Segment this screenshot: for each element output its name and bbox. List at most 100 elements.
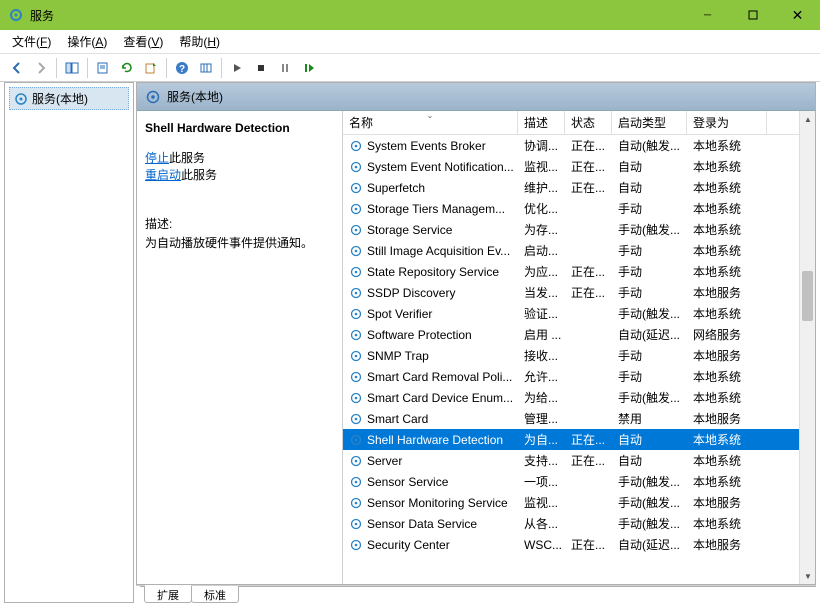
- service-row[interactable]: System Events Broker协调...正在...自动(触发...本地…: [343, 135, 815, 156]
- service-desc: 维护...: [518, 179, 565, 196]
- scroll-up-icon[interactable]: ▲: [800, 111, 815, 127]
- col-name[interactable]: 名称 ⌄: [343, 111, 518, 134]
- window-title: 服务: [30, 7, 685, 24]
- gear-icon: [349, 370, 363, 384]
- show-hide-tree-button[interactable]: [61, 57, 83, 79]
- service-row[interactable]: Smart Card管理...禁用本地服务: [343, 408, 815, 429]
- service-name: Storage Service: [367, 223, 452, 237]
- scroll-down-icon[interactable]: ▼: [800, 568, 815, 584]
- columns-button[interactable]: [195, 57, 217, 79]
- service-logon: 本地系统: [687, 221, 767, 238]
- pause-service-button[interactable]: [274, 57, 296, 79]
- service-row[interactable]: SSDP Discovery当发...正在...手动本地服务: [343, 282, 815, 303]
- service-desc: 为存...: [518, 221, 565, 238]
- menu-help[interactable]: 帮助(H): [179, 33, 220, 50]
- service-name: Software Protection: [367, 328, 472, 342]
- service-row[interactable]: Sensor Data Service从各...手动(触发...本地系统: [343, 513, 815, 534]
- service-logon: 本地服务: [687, 347, 767, 364]
- service-row[interactable]: Server支持...正在...自动本地系统: [343, 450, 815, 471]
- body: 服务(本地) 服务(本地) Shell Hardware Detection 停…: [0, 82, 820, 607]
- service-row[interactable]: State Repository Service为应...正在...手动本地系统: [343, 261, 815, 282]
- service-row[interactable]: Sensor Monitoring Service监视...手动(触发...本地…: [343, 492, 815, 513]
- rows-container: System Events Broker协调...正在...自动(触发...本地…: [343, 135, 815, 584]
- service-row[interactable]: SNMP Trap接收...手动本地服务: [343, 345, 815, 366]
- menu-file[interactable]: 文件(F): [12, 33, 51, 50]
- service-row[interactable]: Software Protection启用 ...自动(延迟...网络服务: [343, 324, 815, 345]
- stop-service-line: 停止此服务: [145, 149, 330, 166]
- tab-strip: 扩展 标准: [136, 585, 816, 603]
- service-logon: 本地系统: [687, 158, 767, 175]
- service-desc: 启动...: [518, 242, 565, 259]
- service-name: Spot Verifier: [367, 307, 432, 321]
- service-status: 正在...: [565, 137, 612, 154]
- export-button[interactable]: [140, 57, 162, 79]
- service-name: Sensor Service: [367, 475, 448, 489]
- service-status: 正在...: [565, 536, 612, 553]
- tab-extended[interactable]: 扩展: [144, 585, 192, 603]
- col-startup[interactable]: 启动类型: [612, 111, 687, 134]
- close-button[interactable]: ✕: [775, 0, 820, 30]
- tab-standard[interactable]: 标准: [191, 586, 239, 603]
- service-status: 正在...: [565, 431, 612, 448]
- service-name: SSDP Discovery: [367, 286, 455, 300]
- service-row[interactable]: Superfetch维护...正在...自动本地系统: [343, 177, 815, 198]
- gear-icon: [349, 496, 363, 510]
- col-status[interactable]: 状态: [565, 111, 612, 134]
- service-startup: 手动(触发...: [612, 473, 687, 490]
- detail-pane: Shell Hardware Detection 停止此服务 重启动此服务 描述…: [137, 111, 342, 584]
- panel-title: 服务(本地): [167, 88, 223, 105]
- back-button[interactable]: [6, 57, 28, 79]
- service-startup: 自动(延迟...: [612, 326, 687, 343]
- service-startup: 手动(触发...: [612, 494, 687, 511]
- gear-icon: [349, 454, 363, 468]
- service-status: 正在...: [565, 452, 612, 469]
- restart-service-link[interactable]: 重启动: [145, 168, 181, 182]
- col-desc[interactable]: 描述: [518, 111, 565, 134]
- service-row[interactable]: Still Image Acquisition Ev...启动...手动本地系统: [343, 240, 815, 261]
- stop-service-link[interactable]: 停止: [145, 151, 169, 165]
- service-row[interactable]: Storage Service为存...手动(触发...本地系统: [343, 219, 815, 240]
- selected-service-name: Shell Hardware Detection: [145, 121, 330, 135]
- service-desc: 支持...: [518, 452, 565, 469]
- service-startup: 手动(触发...: [612, 389, 687, 406]
- service-name: System Events Broker: [367, 139, 486, 153]
- gear-icon: [349, 517, 363, 531]
- vertical-scrollbar[interactable]: ▲ ▼: [799, 111, 815, 584]
- panel-body: Shell Hardware Detection 停止此服务 重启动此服务 描述…: [137, 111, 815, 584]
- col-logon[interactable]: 登录为: [687, 111, 767, 134]
- service-name: Sensor Data Service: [367, 517, 477, 531]
- gear-icon: [349, 349, 363, 363]
- service-row[interactable]: Storage Tiers Managem...优化...手动本地系统: [343, 198, 815, 219]
- start-service-button[interactable]: [226, 57, 248, 79]
- service-row[interactable]: Sensor Service一项...手动(触发...本地系统: [343, 471, 815, 492]
- gear-icon: [349, 265, 363, 279]
- service-row[interactable]: Spot Verifier验证...手动(触发...本地系统: [343, 303, 815, 324]
- tree-root-services[interactable]: 服务(本地): [9, 87, 129, 110]
- service-logon: 本地系统: [687, 473, 767, 490]
- menu-action[interactable]: 操作(A): [67, 33, 107, 50]
- gear-icon: [349, 412, 363, 426]
- forward-button[interactable]: [30, 57, 52, 79]
- help-button[interactable]: ?: [171, 57, 193, 79]
- menu-view[interactable]: 查看(V): [123, 33, 163, 50]
- service-logon: 本地系统: [687, 137, 767, 154]
- scroll-thumb[interactable]: [802, 271, 813, 321]
- separator: [221, 58, 222, 78]
- gear-icon: [349, 307, 363, 321]
- maximize-button[interactable]: [730, 0, 775, 30]
- service-desc: 协调...: [518, 137, 565, 154]
- service-row[interactable]: Smart Card Removal Poli...允许...手动本地系统: [343, 366, 815, 387]
- service-row[interactable]: System Event Notification...监视...正在...自动…: [343, 156, 815, 177]
- service-desc: 优化...: [518, 200, 565, 217]
- properties-button[interactable]: [92, 57, 114, 79]
- service-logon: 本地系统: [687, 431, 767, 448]
- stop-service-button[interactable]: [250, 57, 272, 79]
- service-desc: 当发...: [518, 284, 565, 301]
- service-row[interactable]: Shell Hardware Detection为自...正在...自动本地系统: [343, 429, 815, 450]
- service-row[interactable]: Smart Card Device Enum...为给...手动(触发...本地…: [343, 387, 815, 408]
- gear-icon: [349, 181, 363, 195]
- restart-service-button[interactable]: [298, 57, 320, 79]
- minimize-button[interactable]: ─: [685, 0, 730, 30]
- service-row[interactable]: Security CenterWSC...正在...自动(延迟...本地服务: [343, 534, 815, 555]
- refresh-button[interactable]: [116, 57, 138, 79]
